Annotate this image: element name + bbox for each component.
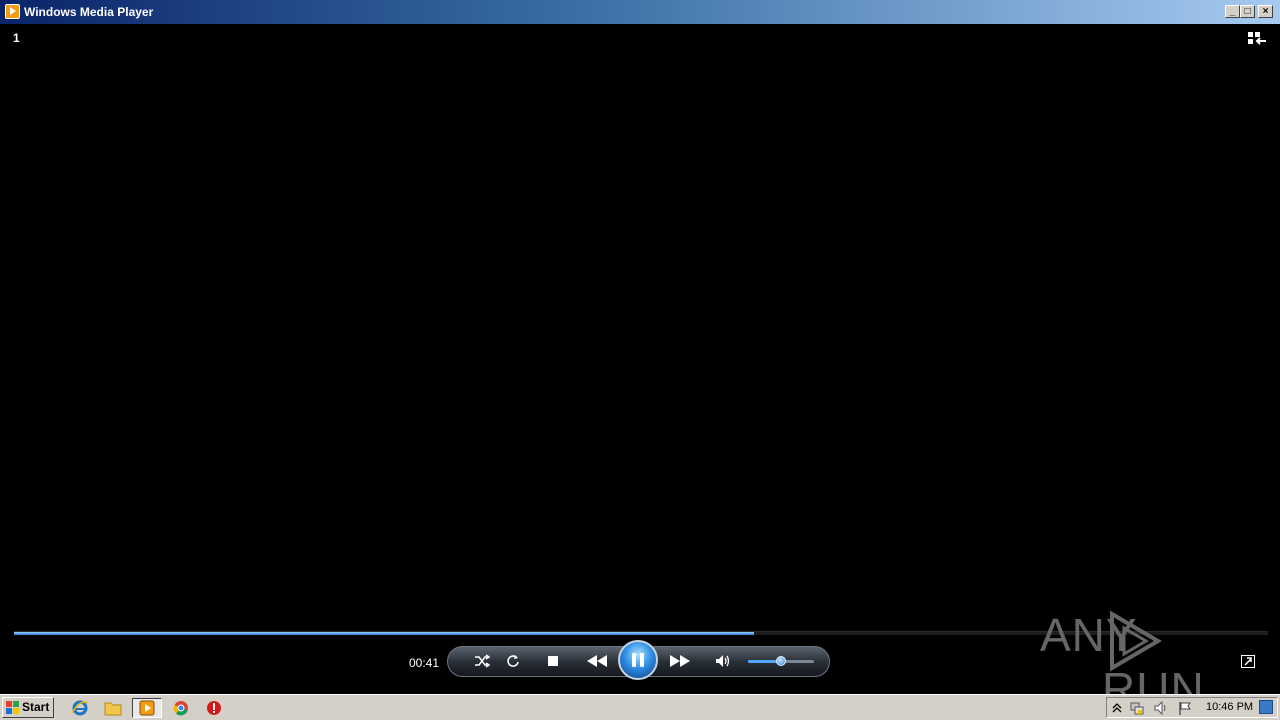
show-desktop-icon[interactable] (1259, 700, 1273, 714)
watermark-play-logo (1110, 610, 1162, 672)
start-label: Start (22, 700, 50, 714)
track-number: 1 (13, 31, 20, 45)
pause-button[interactable] (618, 640, 658, 680)
folder-icon (104, 702, 122, 716)
next-icon (670, 655, 690, 667)
maximize-button[interactable]: □ (1240, 5, 1255, 18)
seek-progress-fill (14, 632, 754, 635)
clock: 10:46 PM (1206, 701, 1254, 713)
taskbar: Start 10:46 PM (0, 694, 1280, 720)
shuffle-button[interactable] (471, 650, 493, 672)
pause-icon-bar (640, 653, 644, 667)
taskbar-chrome-button[interactable] (171, 698, 191, 718)
volume-thumb[interactable] (776, 656, 786, 666)
window-title: Windows Media Player (24, 5, 154, 19)
media-player-window: Windows Media Player _ □ × 1 00:41 ANY R… (0, 0, 1280, 715)
taskbar-app-button[interactable] (204, 698, 224, 718)
network-icon[interactable] (1129, 700, 1145, 716)
video-area[interactable] (4, 24, 1276, 692)
elapsed-time: 00:41 (409, 656, 440, 670)
volume-tray-icon[interactable] (1153, 700, 1169, 716)
taskbar-ie-button[interactable] (70, 698, 90, 718)
taskbar-media-player-button[interactable] (132, 698, 162, 718)
taskbar-explorer-button[interactable] (103, 698, 123, 718)
action-center-flag-icon[interactable] (1177, 700, 1193, 716)
stop-button[interactable] (542, 650, 564, 672)
media-player-app-icon (5, 4, 20, 19)
pause-icon (632, 653, 636, 667)
shuffle-icon (475, 654, 490, 668)
minimize-icon: _ (1229, 6, 1236, 17)
speaker-icon (716, 655, 730, 667)
title-bar[interactable]: Windows Media Player _ □ × (0, 0, 1280, 24)
media-player-icon (139, 700, 155, 716)
previous-icon (587, 655, 607, 667)
volume-slider[interactable] (748, 656, 814, 666)
close-button[interactable]: × (1258, 5, 1273, 18)
minimize-button[interactable]: _ (1225, 5, 1240, 18)
chrome-icon (173, 701, 188, 716)
repeat-icon (507, 655, 519, 667)
stop-icon (548, 656, 558, 666)
internet-explorer-icon (71, 700, 89, 716)
switch-to-library-icon[interactable] (1247, 31, 1267, 47)
start-button[interactable]: Start (2, 697, 54, 718)
windows-flag-icon (6, 701, 19, 714)
maximize-icon: □ (1244, 6, 1251, 17)
stop-sign-icon (207, 701, 221, 715)
show-hidden-icons-icon[interactable] (1112, 702, 1122, 714)
close-icon: × (1262, 6, 1269, 17)
mute-button[interactable] (712, 650, 734, 672)
repeat-button[interactable] (502, 650, 524, 672)
previous-button[interactable] (586, 650, 608, 672)
next-button[interactable] (669, 650, 691, 672)
